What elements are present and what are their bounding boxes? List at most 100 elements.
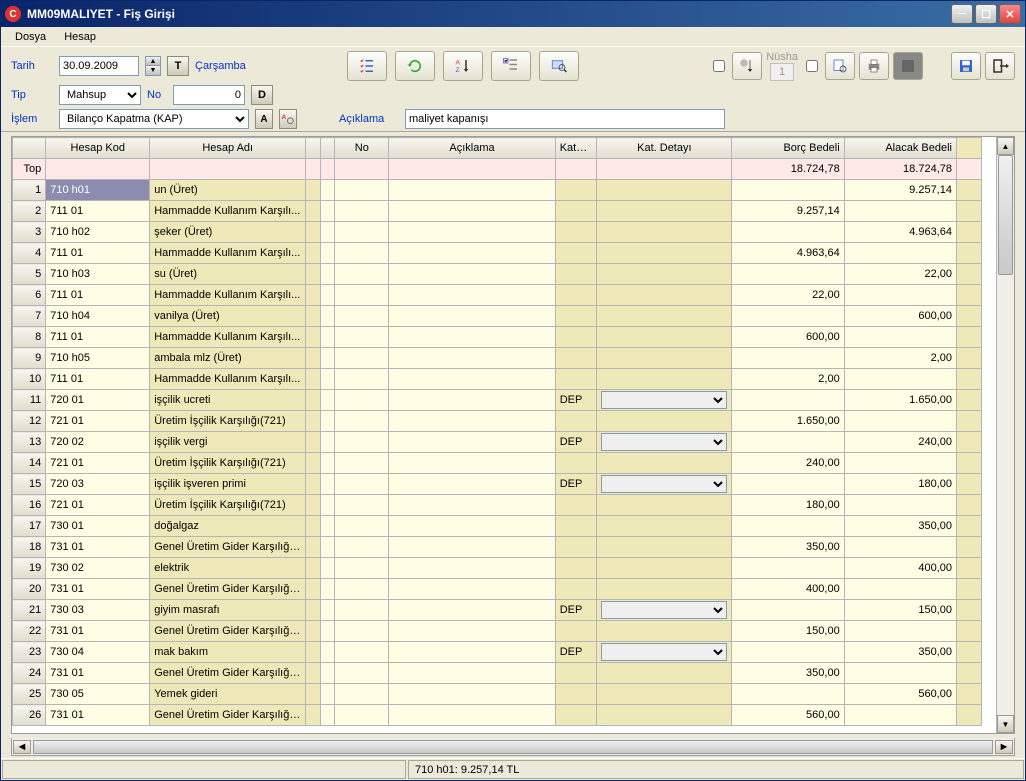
cell-alacak[interactable]: 560,00 bbox=[844, 684, 956, 705]
table-row[interactable]: 2711 01Hammadde Kullanım Karşılı...9.257… bbox=[13, 201, 982, 222]
cell-alacak[interactable]: 400,00 bbox=[844, 558, 956, 579]
tool-check-list-button[interactable] bbox=[347, 51, 387, 81]
cell-borc[interactable]: 400,00 bbox=[732, 579, 844, 600]
cell-borc[interactable]: 350,00 bbox=[732, 537, 844, 558]
tool-save-button[interactable] bbox=[951, 52, 981, 80]
cell-katdetay[interactable] bbox=[597, 306, 732, 327]
cell-katdetay[interactable] bbox=[597, 453, 732, 474]
cell-alacak[interactable] bbox=[844, 327, 956, 348]
cell-borc[interactable] bbox=[732, 600, 844, 621]
cell-kategori[interactable]: DEP bbox=[555, 600, 597, 621]
cell-katdetay[interactable] bbox=[597, 180, 732, 201]
vertical-scrollbar[interactable]: ▲ ▼ bbox=[996, 137, 1014, 733]
cell-borc[interactable] bbox=[732, 642, 844, 663]
cell-hesapkod[interactable]: 710 h01 bbox=[46, 180, 150, 201]
cell-katdetay[interactable] bbox=[597, 411, 732, 432]
spin-up-icon[interactable]: ▲ bbox=[146, 57, 160, 66]
cell-alacak[interactable]: 350,00 bbox=[844, 516, 956, 537]
cell-alacak[interactable] bbox=[844, 621, 956, 642]
cell-borc[interactable] bbox=[732, 222, 844, 243]
cell-hesapadi[interactable]: ambala mlz (Üret) bbox=[150, 348, 306, 369]
scroll-right-icon[interactable]: ► bbox=[995, 740, 1013, 754]
cell-hesapadi[interactable]: giyim masrafı bbox=[150, 600, 306, 621]
katdetay-select[interactable] bbox=[601, 433, 727, 451]
aa-button[interactable]: A bbox=[279, 109, 297, 129]
close-button[interactable]: ✕ bbox=[999, 4, 1021, 24]
cell-borc[interactable] bbox=[732, 558, 844, 579]
tool-config-a-button[interactable] bbox=[732, 52, 762, 80]
cell-hesapkod[interactable]: 711 01 bbox=[46, 201, 150, 222]
table-row[interactable]: 16721 01Üretim İşçilik Karşılığı(721)180… bbox=[13, 495, 982, 516]
cell-hesapkod[interactable]: 730 02 bbox=[46, 558, 150, 579]
scroll-thumb[interactable] bbox=[998, 155, 1013, 275]
cell-katdetay[interactable] bbox=[597, 558, 732, 579]
cell-kategori[interactable]: DEP bbox=[555, 390, 597, 411]
table-row[interactable]: 23730 04mak bakımDEP350,00 bbox=[13, 642, 982, 663]
cell-borc[interactable] bbox=[732, 306, 844, 327]
d-button[interactable]: D bbox=[251, 85, 273, 105]
table-row[interactable]: 6711 01Hammadde Kullanım Karşılı...22,00 bbox=[13, 285, 982, 306]
cell-kategori[interactable]: DEP bbox=[555, 642, 597, 663]
cell-katdetay[interactable] bbox=[597, 621, 732, 642]
cell-kategori[interactable] bbox=[555, 453, 597, 474]
cell-katdetay[interactable] bbox=[597, 516, 732, 537]
col-no[interactable]: No bbox=[335, 138, 389, 159]
table-row[interactable]: 20731 01Genel Üretim Gider Karşılığı...4… bbox=[13, 579, 982, 600]
col-alacak[interactable]: Alacak Bedeli bbox=[844, 138, 956, 159]
katdetay-select[interactable] bbox=[601, 601, 727, 619]
cell-hesapkod[interactable]: 730 05 bbox=[46, 684, 150, 705]
cell-katdetay[interactable] bbox=[597, 285, 732, 306]
cell-kategori[interactable] bbox=[555, 264, 597, 285]
cell-borc[interactable]: 150,00 bbox=[732, 621, 844, 642]
cell-katdetay[interactable] bbox=[597, 264, 732, 285]
cell-katdetay[interactable] bbox=[597, 600, 732, 621]
cell-hesapadi[interactable]: mak bakım bbox=[150, 642, 306, 663]
cell-alacak[interactable] bbox=[844, 579, 956, 600]
cell-kategori[interactable] bbox=[555, 495, 597, 516]
cell-kategori[interactable] bbox=[555, 684, 597, 705]
cell-alacak[interactable] bbox=[844, 243, 956, 264]
aciklama-input[interactable] bbox=[405, 109, 725, 129]
cell-kategori[interactable] bbox=[555, 306, 597, 327]
cell-alacak[interactable]: 22,00 bbox=[844, 264, 956, 285]
col-kategori[interactable]: Kategori bbox=[555, 138, 597, 159]
cell-borc[interactable]: 2,00 bbox=[732, 369, 844, 390]
col-hesapadi[interactable]: Hesap Adı bbox=[150, 138, 306, 159]
spin-down-icon[interactable]: ▼ bbox=[146, 66, 160, 75]
nusha-checkbox-right[interactable] bbox=[806, 60, 818, 72]
cell-kategori[interactable] bbox=[555, 411, 597, 432]
cell-hesapkod[interactable]: 720 02 bbox=[46, 432, 150, 453]
table-row[interactable]: 19730 02elektrik400,00 bbox=[13, 558, 982, 579]
cell-katdetay[interactable] bbox=[597, 390, 732, 411]
table-row[interactable]: 8711 01Hammadde Kullanım Karşılı...600,0… bbox=[13, 327, 982, 348]
table-row[interactable]: 10711 01Hammadde Kullanım Karşılı...2,00 bbox=[13, 369, 982, 390]
cell-hesapkod[interactable]: 721 01 bbox=[46, 411, 150, 432]
menu-hesap[interactable]: Hesap bbox=[56, 29, 104, 45]
cell-hesapadi[interactable]: Hammadde Kullanım Karşılı... bbox=[150, 243, 306, 264]
cell-kategori[interactable] bbox=[555, 558, 597, 579]
cell-alacak[interactable] bbox=[844, 537, 956, 558]
col-borc[interactable]: Borç Bedeli bbox=[732, 138, 844, 159]
cell-katdetay[interactable] bbox=[597, 495, 732, 516]
cell-alacak[interactable] bbox=[844, 201, 956, 222]
nusha-checkbox-left[interactable] bbox=[713, 60, 725, 72]
table-row[interactable]: 4711 01Hammadde Kullanım Karşılı...4.963… bbox=[13, 243, 982, 264]
cell-borc[interactable]: 180,00 bbox=[732, 495, 844, 516]
maximize-button[interactable]: ☐ bbox=[975, 4, 997, 24]
cell-katdetay[interactable] bbox=[597, 369, 732, 390]
tip-combo[interactable]: Mahsup bbox=[59, 85, 141, 105]
col-blank1[interactable] bbox=[306, 138, 321, 159]
no-input[interactable] bbox=[173, 85, 245, 105]
cell-hesapadi[interactable]: Genel Üretim Gider Karşılığı... bbox=[150, 537, 306, 558]
cell-hesapadi[interactable]: Hammadde Kullanım Karşılı... bbox=[150, 369, 306, 390]
cell-hesapadi[interactable]: Hammadde Kullanım Karşılı... bbox=[150, 285, 306, 306]
cell-kategori[interactable]: DEP bbox=[555, 432, 597, 453]
cell-alacak[interactable]: 4.963,64 bbox=[844, 222, 956, 243]
cell-alacak[interactable]: 600,00 bbox=[844, 306, 956, 327]
tool-find-button[interactable] bbox=[539, 51, 579, 81]
table-row[interactable]: 5710 h03su (Üret)22,00 bbox=[13, 264, 982, 285]
cell-hesapkod[interactable]: 731 01 bbox=[46, 663, 150, 684]
cell-hesapadi[interactable]: Yemek gideri bbox=[150, 684, 306, 705]
cell-alacak[interactable] bbox=[844, 369, 956, 390]
cell-hesapadi[interactable]: doğalgaz bbox=[150, 516, 306, 537]
